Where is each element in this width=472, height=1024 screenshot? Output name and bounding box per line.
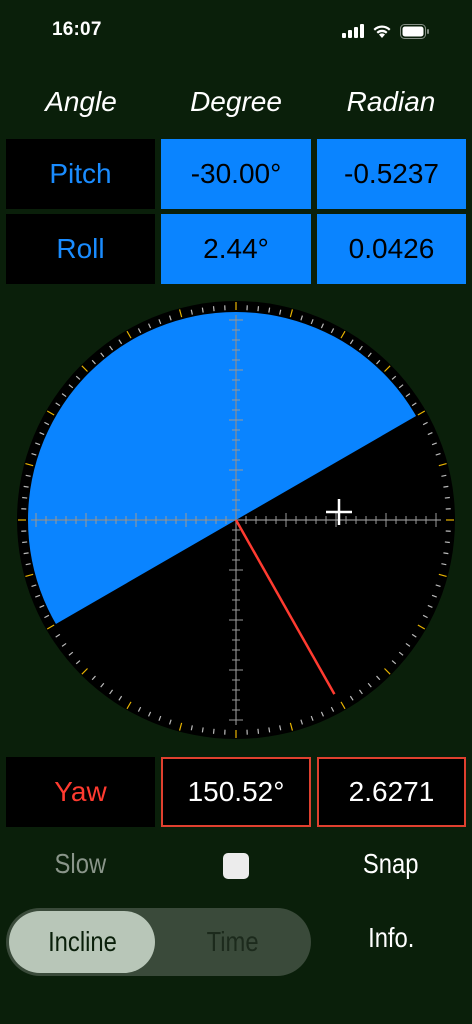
gauge-tick	[443, 485, 449, 488]
stop-button[interactable]	[223, 853, 249, 879]
mode-incline-label: Incline	[47, 926, 117, 957]
mode-time-segment[interactable]: Time	[158, 911, 308, 973]
gauge-tick	[23, 485, 29, 488]
gauge-tick	[22, 496, 28, 499]
battery-icon	[400, 23, 429, 39]
roll-degree-value: 2.44°	[161, 214, 311, 284]
snap-label: Snap	[363, 848, 419, 879]
gauge-tick	[23, 552, 29, 555]
slow-button[interactable]: Slow	[6, 848, 155, 880]
roll-radian-value: 0.0426	[317, 214, 466, 284]
gauge-tick	[444, 496, 450, 499]
yaw-label: Yaw	[6, 757, 155, 827]
pitch-radian-value: -0.5237	[317, 139, 466, 209]
roll-label: Roll	[6, 214, 155, 284]
status-icons	[342, 20, 430, 42]
gauge-tick	[257, 306, 260, 312]
gauge-tick	[443, 552, 449, 555]
cellular-signal-icon	[342, 24, 364, 38]
gauge-tick	[268, 727, 271, 733]
pitch-degree-value: -30.00°	[161, 139, 311, 209]
info-button[interactable]: Info.	[316, 922, 466, 954]
gauge-tick	[257, 728, 260, 734]
header-radian: Radian	[346, 86, 436, 117]
gauge-tick	[201, 727, 204, 733]
gauge-tick	[212, 306, 215, 312]
header-degree: Degree	[190, 86, 282, 117]
header-angle: Angle	[45, 86, 117, 117]
status-time: 16:07	[52, 19, 102, 40]
mode-time-label: Time	[206, 926, 260, 957]
gauge-tick	[22, 541, 28, 544]
attitude-gauge[interactable]	[16, 300, 456, 740]
gauge-tick	[212, 728, 215, 734]
pitch-label: Pitch	[6, 139, 155, 209]
slow-label: Slow	[54, 848, 107, 879]
snap-button[interactable]: Snap	[316, 848, 466, 880]
gauge-tick	[444, 541, 450, 544]
gauge-tick	[201, 307, 204, 313]
mode-incline-segment[interactable]: Incline	[9, 911, 155, 973]
yaw-radian-value: 2.6271	[317, 757, 466, 827]
wifi-icon	[373, 24, 391, 38]
gauge-tick	[268, 307, 271, 313]
yaw-degree-value: 150.52°	[161, 757, 311, 827]
info-label: Info.	[367, 922, 415, 953]
